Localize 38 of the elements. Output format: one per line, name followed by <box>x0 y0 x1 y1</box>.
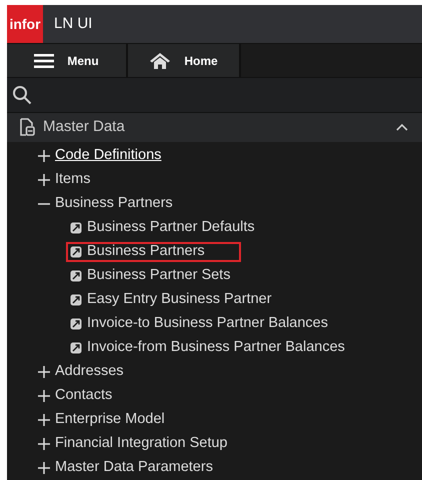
document-icon <box>19 118 35 136</box>
tree-category[interactable]: Code Definitions <box>7 144 422 168</box>
tree-link[interactable]: Invoice-to Business Partner Balances <box>66 314 332 334</box>
plus-icon <box>38 462 50 474</box>
external-link-icon <box>70 222 82 234</box>
menu-button[interactable]: Menu <box>7 44 128 77</box>
tree-link[interactable]: Invoice-from Business Partner Balances <box>66 338 349 358</box>
external-link-icon <box>70 246 82 258</box>
plus-icon <box>38 438 50 450</box>
tree-link[interactable]: Business Partners <box>66 242 241 262</box>
search-icon <box>12 84 32 105</box>
plus-icon <box>38 366 50 378</box>
tree-category[interactable]: Contacts <box>7 384 422 408</box>
external-link-icon <box>70 270 82 282</box>
external-link-icon <box>70 318 82 330</box>
app-title: LN UI <box>54 14 92 34</box>
home-icon <box>149 52 172 70</box>
menu-icon <box>34 54 54 68</box>
external-link-icon <box>70 342 82 354</box>
tree-category[interactable]: Financial Integration Setup <box>7 432 422 456</box>
external-link-icon <box>70 294 82 306</box>
plus-icon <box>38 390 50 402</box>
plus-icon <box>38 150 50 162</box>
tree-category[interactable]: Items <box>7 168 422 192</box>
plus-icon <box>38 414 50 426</box>
tree-category[interactable]: Master Data Parameters <box>7 456 422 480</box>
tree-category[interactable]: Enterprise Model <box>7 408 422 432</box>
tree-category[interactable]: Business Partners <box>7 192 422 216</box>
tree-link[interactable]: Business Partner Defaults <box>66 218 259 238</box>
logo: infor <box>7 5 43 43</box>
chevron-up-icon <box>396 123 408 132</box>
search-field[interactable] <box>7 77 422 112</box>
tree-link[interactable]: Business Partner Sets <box>66 266 234 286</box>
section-header[interactable]: Master Data <box>7 112 422 142</box>
tree-category[interactable]: Addresses <box>7 360 422 384</box>
tree-link[interactable]: Easy Entry Business Partner <box>66 290 276 310</box>
plus-icon <box>38 174 50 186</box>
home-button[interactable]: Home <box>128 44 241 77</box>
